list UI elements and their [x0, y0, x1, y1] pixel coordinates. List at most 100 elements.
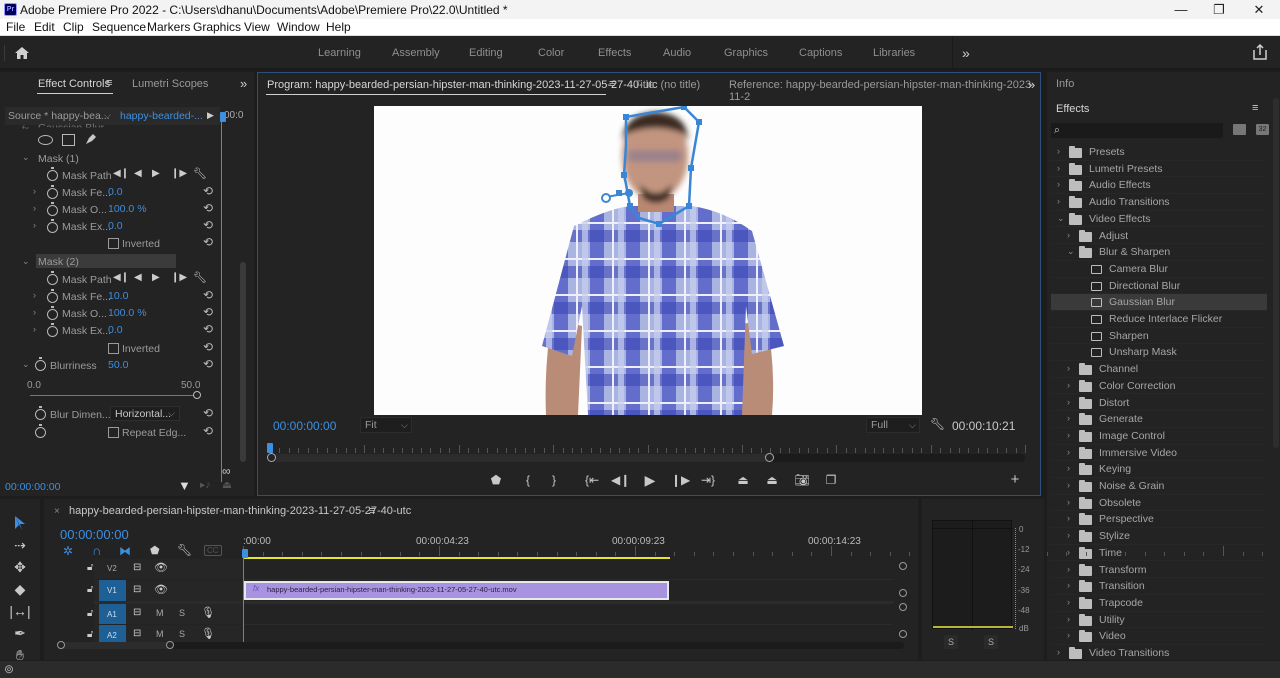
effects-tree-item[interactable]: Unsharp Mask [1051, 344, 1267, 362]
extract-icon[interactable]: ⏏︎ [763, 473, 781, 487]
audio-track-zoom-handle[interactable] [899, 630, 907, 638]
link-keyframes-icon[interactable]: ∞ [222, 464, 231, 478]
chevron-right-icon[interactable]: › [1067, 530, 1070, 540]
lock-icon[interactable]: 🔓︎ [87, 608, 93, 619]
creative-cloud-icon[interactable]: ⊚ [4, 662, 14, 676]
stopwatch-icon[interactable] [47, 271, 58, 285]
mark-out-icon[interactable]: } [545, 473, 563, 487]
effects-tree-item[interactable]: Camera Blur [1051, 261, 1267, 278]
filter-icon[interactable]: ▼ [178, 478, 191, 493]
effects-panel-title[interactable]: Effects [1056, 103, 1089, 115]
lock-icon[interactable]: 🔓︎ [87, 629, 93, 640]
effects-tree-item[interactable]: › Time [1051, 545, 1267, 562]
ec-vertical-scrollbar[interactable] [240, 262, 246, 462]
workspace-tab-color[interactable]: Color [538, 47, 564, 59]
selection-tool-icon[interactable] [13, 515, 27, 531]
effects-tree-item[interactable]: › Distort [1051, 395, 1267, 412]
chevron-right-icon[interactable]: › [1057, 146, 1060, 156]
linked-selection-icon[interactable]: ⧓ [119, 544, 131, 558]
mask-2-inverted-checkbox[interactable] [108, 343, 119, 354]
chevron-right-icon[interactable]: › [1067, 597, 1070, 607]
lock-icon[interactable]: 🔓︎ [87, 562, 93, 573]
button-editor-add[interactable]: + [1006, 471, 1024, 488]
effects-tree-item[interactable]: › Channel [1051, 361, 1267, 378]
mask-1-opacity-value[interactable]: 100.0 % [108, 203, 147, 215]
effects-tree-item[interactable]: › Utility [1051, 612, 1267, 629]
workspace-tab-assembly[interactable]: Assembly [392, 47, 440, 59]
chevron-down-icon[interactable]: ⌄ [1067, 246, 1075, 257]
track-forward-one-icon[interactable]: ❙▶ [171, 272, 187, 283]
effects-tree-item[interactable]: › Audio Transitions [1051, 194, 1267, 211]
share-icon[interactable] [1252, 44, 1268, 60]
eye-icon[interactable]: 👁︎ [154, 583, 168, 596]
blurriness-slider-track[interactable] [30, 395, 197, 396]
effects-tree-item[interactable]: › Noise & Grain [1051, 478, 1267, 495]
settings-wrench-icon[interactable]: 🔧︎ [930, 417, 945, 431]
video-track-zoom-handle[interactable] [899, 562, 907, 570]
tab-lumetri-scopes[interactable]: Lumetri Scopes [132, 78, 208, 90]
menu-graphics[interactable]: Graphics [193, 20, 241, 34]
program-video-frame[interactable] [374, 106, 922, 415]
stopwatch-icon[interactable] [35, 357, 46, 371]
timeline-playhead[interactable] [242, 549, 248, 558]
chevron-right-icon[interactable]: › [1067, 497, 1070, 507]
stopwatch-icon[interactable] [47, 289, 58, 303]
chevron-right-icon[interactable]: › [1067, 547, 1070, 557]
effects-tree-item[interactable]: › Immersive Video [1051, 445, 1267, 462]
effects-tree-item[interactable]: › Audio Effects [1051, 177, 1267, 195]
add-marker-icon[interactable]: ⬟ [150, 544, 160, 557]
stopwatch-icon[interactable] [35, 424, 46, 438]
reset-icon[interactable]: ⟲ [203, 289, 215, 301]
timeline-ruler[interactable] [243, 534, 1264, 559]
effects-scrollbar[interactable] [1273, 98, 1279, 448]
workspace-tab-graphics[interactable]: Graphics [724, 47, 768, 59]
blurriness-slider-handle[interactable] [193, 391, 201, 399]
lift-icon[interactable]: ⏏︎ [734, 473, 752, 487]
mute-button[interactable]: M [156, 629, 164, 639]
effects-tree-item[interactable]: ⌄ Video Effects [1051, 211, 1267, 228]
wrench-icon[interactable]: 🔧︎ [193, 167, 207, 180]
scrollbar-start-handle[interactable] [57, 641, 65, 649]
track-name-a1[interactable]: A1 [107, 610, 117, 619]
mask-2-feather-value[interactable]: 10.0 [108, 290, 128, 302]
wrench-icon[interactable]: 🔧︎ [193, 271, 207, 284]
tab-title[interactable]: Title: (no title) [634, 79, 700, 91]
track-forward-icon[interactable]: ▶ [152, 272, 160, 283]
sync-lock-icon[interactable]: ⊟ [133, 584, 141, 595]
more-panels-button[interactable]: » [1028, 77, 1035, 92]
mask-1-inverted-checkbox[interactable] [108, 238, 119, 249]
menu-help[interactable]: Help [326, 20, 351, 34]
reset-icon[interactable]: ⟲ [203, 323, 215, 335]
chevron-right-icon[interactable]: › [1067, 363, 1070, 373]
expand-chevron-icon[interactable]: › [33, 290, 36, 300]
scrollbar-end-handle[interactable] [765, 453, 774, 462]
effects-tree-item[interactable]: › Image Control [1051, 428, 1267, 445]
repeat-edge-checkbox[interactable] [108, 427, 119, 438]
audio-only-icon[interactable]: ▸♪ [200, 479, 211, 491]
voiceover-mic-icon[interactable]: 🎙︎ [201, 627, 215, 640]
workspace-tab-learning[interactable]: Learning [318, 47, 361, 59]
chevron-right-icon[interactable]: › [1067, 380, 1070, 390]
tab-reference[interactable]: Reference: happy-bearded-persian-hipster… [729, 79, 1040, 103]
ripple-edit-tool-icon[interactable]: ✥ [8, 557, 32, 577]
ec-playhead[interactable] [220, 112, 226, 122]
comparison-view-icon[interactable]: ❐ [822, 473, 840, 487]
chevron-down-icon[interactable]: ⌵ [104, 110, 111, 121]
tab-info[interactable]: Info [1056, 78, 1074, 90]
chevron-right-icon[interactable]: › [1067, 564, 1070, 574]
track-name-v2[interactable]: V2 [107, 564, 117, 573]
track-backward-one-icon[interactable]: ◀❙ [113, 168, 129, 179]
32-bit-effects-icon[interactable]: 32 [1256, 124, 1269, 135]
sync-lock-icon[interactable]: ⊟ [133, 628, 141, 639]
rectangle-mask-icon[interactable] [62, 134, 75, 146]
expand-chevron-icon[interactable]: › [33, 203, 36, 213]
workspace-tab-libraries[interactable]: Libraries [873, 47, 915, 59]
pen-mask-icon[interactable] [84, 132, 98, 146]
scrollbar-start-handle[interactable] [267, 453, 276, 462]
effects-search-input[interactable] [1051, 123, 1223, 138]
reset-icon[interactable]: ⟲ [203, 185, 215, 197]
reset-icon[interactable]: ⟲ [203, 425, 215, 437]
chevron-right-icon[interactable]: › [1067, 513, 1070, 523]
nest-insert-icon[interactable]: ✲ [63, 544, 73, 558]
mark-in-icon[interactable]: { [519, 473, 537, 487]
